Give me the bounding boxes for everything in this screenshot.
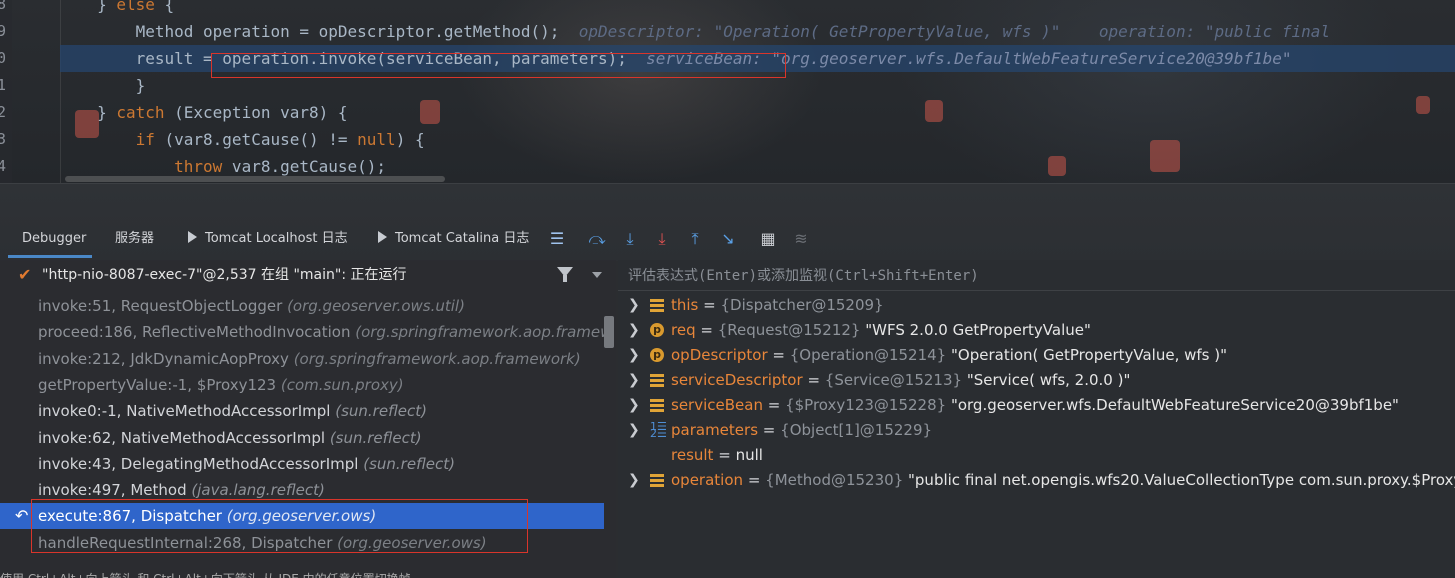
variable-row[interactable]: ❯ serviceDescriptor = {Service@15213} "S… xyxy=(618,368,1455,393)
editor-horizontal-scrollbar[interactable] xyxy=(65,176,445,182)
expand-arrow-icon[interactable]: ❯ xyxy=(628,318,640,343)
tab-services[interactable]: 服务器 xyxy=(115,229,154,249)
tab-tomcat-localhost-log[interactable]: Tomcat Localhost 日志 xyxy=(188,229,348,249)
code-line: } catch (Exception var8) { xyxy=(20,103,348,122)
chevron-down-icon[interactable] xyxy=(592,272,602,278)
line-number: 8 xyxy=(0,0,7,13)
stack-frame[interactable]: invoke:62, NativeMethodAccessorImpl (sun… xyxy=(0,425,604,451)
parameter-icon: p xyxy=(650,348,664,362)
variable-row[interactable]: ❯ operation = {Method@15230} "public fin… xyxy=(618,468,1455,493)
stack-frame[interactable]: invoke0:-1, NativeMethodAccessorImpl (su… xyxy=(0,398,604,424)
step-over-icon[interactable]: ⤼ xyxy=(586,228,608,250)
field-icon xyxy=(650,298,664,312)
stack-frame[interactable]: invoke:212, JdkDynamicAopProxy (org.spri… xyxy=(0,346,604,372)
code-line: } else { xyxy=(20,0,175,14)
expand-arrow-icon[interactable]: ❯ xyxy=(628,293,640,318)
variable-row[interactable]: ❯ p req = {Request@15212} "WFS 2.0.0 Get… xyxy=(618,318,1455,343)
parameter-icon: p xyxy=(650,323,664,337)
code-line: } xyxy=(20,76,146,95)
debug-tool-window-header: Debugger 服务器 Tomcat Localhost 日志 Tomcat … xyxy=(0,183,1455,261)
tomcat-icon xyxy=(378,231,387,243)
stack-frame[interactable]: getPropertyValue:-1, $Proxy123 (com.sun.… xyxy=(0,372,604,398)
frames-vertical-scrollbar[interactable] xyxy=(604,316,614,348)
field-icon xyxy=(650,473,664,487)
trace-icon[interactable]: ≋ xyxy=(790,228,812,250)
evaluate-expression-input[interactable]: 评估表达式(Enter)或添加监视(Ctrl+Shift+Enter) xyxy=(628,266,979,286)
stack-frame[interactable]: invoke:51, RequestObjectLogger (org.geos… xyxy=(0,293,604,319)
line-number: 1 xyxy=(0,76,7,94)
run-to-cursor-icon[interactable]: ↘ xyxy=(717,228,739,250)
step-into-icon[interactable]: ⤓ xyxy=(619,228,641,250)
check-icon: ✔ xyxy=(18,265,32,284)
line-number: 4 xyxy=(0,157,7,175)
variable-row[interactable]: ❯ serviceBean = {$Proxy123@15228} "org.g… xyxy=(618,393,1455,418)
annotation-box-invoke-line xyxy=(211,53,786,78)
thread-selector[interactable]: ✔ "http-nio-8087-exec-7"@2,537 在组 "main"… xyxy=(0,260,616,290)
tomcat-icon xyxy=(188,231,197,243)
field-icon xyxy=(650,373,664,387)
menu-icon[interactable]: ☰ xyxy=(546,228,568,250)
expand-arrow-icon[interactable]: ❯ xyxy=(628,418,640,443)
line-number: 2 xyxy=(0,103,7,121)
variable-row[interactable]: ❯ p opDescriptor = {Operation@15214} "Op… xyxy=(618,343,1455,368)
line-number-gutter: 8 9 0 1 2 3 4 xyxy=(0,0,12,183)
variable-row[interactable]: result = null xyxy=(618,443,1455,468)
tab-debugger[interactable]: Debugger xyxy=(22,229,86,249)
annotation-box-dispatcher-frames xyxy=(31,499,528,553)
line-number: 9 xyxy=(0,22,7,40)
variable-row[interactable]: ❯ 1☰ 2☰ parameters = {Object[1]@15229} xyxy=(618,418,1455,443)
stack-frame[interactable]: invoke:43, DelegatingMethodAccessorImpl … xyxy=(0,451,604,477)
stack-frame[interactable]: proceed:186, ReflectiveMethodInvocation … xyxy=(0,319,604,345)
step-out-icon[interactable]: ⤒ xyxy=(684,228,706,250)
code-line: if (var8.getCause() != null) { xyxy=(135,130,425,149)
code-line: Method operation = opDescriptor.getMetho… xyxy=(20,22,1331,41)
expand-arrow-icon[interactable]: ❯ xyxy=(628,393,640,418)
force-step-into-icon[interactable]: ⤓ xyxy=(651,228,673,250)
field-icon xyxy=(650,398,664,412)
expand-arrow-icon[interactable]: ❯ xyxy=(628,368,640,393)
variable-row[interactable]: ❯ this = {Dispatcher@15209} xyxy=(618,293,1455,318)
array-icon: 1☰ 2☰ xyxy=(650,420,667,440)
code-editor[interactable]: 8 9 0 1 2 3 4 } else { Method operation … xyxy=(0,0,1455,183)
line-number: 3 xyxy=(0,130,7,148)
variables-panel: 评估表达式(Enter)或添加监视(Ctrl+Shift+Enter) ❯ th… xyxy=(618,260,1455,578)
line-number: 0 xyxy=(0,49,7,67)
inline-debug-hint: opDescriptor: "Operation( GetPropertyVal… xyxy=(578,22,1331,41)
expand-arrow-icon[interactable]: ❯ xyxy=(628,468,640,493)
active-tab-indicator xyxy=(8,255,92,258)
expand-arrow-icon[interactable]: ❯ xyxy=(628,343,640,368)
frames-navigation-hint: 使用 Ctrl+Alt+向上箭头 和 Ctrl+Alt+向下箭头 从 IDE 中… xyxy=(0,570,616,578)
return-arrow-icon: ↶ xyxy=(15,506,29,525)
tab-tomcat-catalina-log[interactable]: Tomcat Catalina 日志 xyxy=(378,229,529,249)
evaluate-icon[interactable]: ▦ xyxy=(757,228,779,250)
frames-panel: ✔ "http-nio-8087-exec-7"@2,537 在组 "main"… xyxy=(0,260,616,578)
